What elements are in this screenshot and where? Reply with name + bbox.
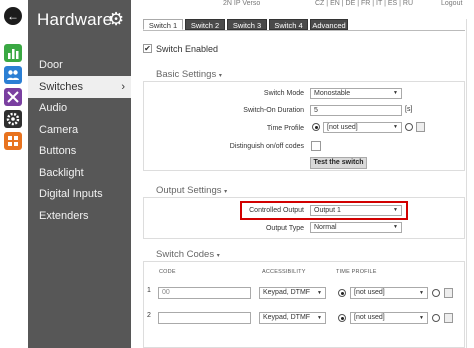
chevron-right-icon: › [121, 80, 125, 93]
time-profile-select[interactable]: [not used] ▼ [350, 287, 428, 299]
dropdown-arrow-icon: ▼ [317, 290, 322, 296]
dropdown-arrow-icon: ▼ [393, 224, 398, 230]
test-switch-button[interactable]: Test the switch [310, 157, 367, 169]
switch-mode-label: Switch Mode [263, 90, 304, 97]
tools-icon[interactable] [4, 88, 22, 106]
sidebar-item-digital-inputs[interactable]: Digital Inputs [28, 183, 131, 205]
calendar-icon[interactable] [444, 288, 453, 298]
calendar-icon[interactable] [416, 122, 425, 132]
accessibility-select[interactable]: Keypad, DTMF ▼ [259, 287, 326, 299]
duration-unit: [s] [405, 106, 413, 113]
row-number: 1 [147, 287, 151, 294]
back-arrow-icon[interactable]: ← [4, 7, 22, 25]
output-type-select[interactable]: Normal ▼ [310, 222, 402, 233]
accessibility-value: Keypad, DTMF [263, 289, 311, 296]
sidebar-item-audio[interactable]: Audio [28, 97, 131, 119]
stats-icon[interactable] [4, 44, 22, 62]
time-profile-radio[interactable] [312, 123, 320, 131]
switch-codes-title: Switch Codes ▾ [156, 249, 220, 260]
dropdown-arrow-icon: ▼ [393, 90, 398, 96]
sidebar-item-label: Audio [39, 102, 68, 114]
tab-switch-4[interactable]: Switch 4 [269, 19, 308, 30]
sidebar-item-label: Door [39, 59, 63, 71]
users-icon[interactable] [4, 66, 22, 84]
accessibility-select[interactable]: Keypad, DTMF ▼ [259, 312, 326, 324]
time-profile-label: Time Profile [266, 125, 304, 132]
basic-settings-title: Basic Settings ▾ [156, 69, 222, 80]
tab-switch-1[interactable]: Switch 1 [143, 19, 183, 30]
distinguish-codes-label: Distinguish on/off codes [229, 143, 304, 150]
sidebar-item-label: Digital Inputs [39, 188, 103, 200]
logout-link[interactable]: Logout [441, 0, 462, 7]
column-header-accessibility: ACCESSIBILITY [262, 269, 306, 275]
tab-switch-3[interactable]: Switch 3 [227, 19, 267, 30]
sidebar-item-label: Camera [39, 123, 79, 136]
time-profile-select[interactable]: [not used] ▼ [350, 312, 428, 324]
language-fr[interactable]: FR [361, 0, 370, 7]
chevron-down-icon: ▾ [216, 253, 220, 259]
main-content: ✔ Switch Enabled Basic Settings ▾ Switch… [131, 31, 474, 348]
distinguish-codes-checkbox[interactable] [311, 141, 321, 151]
language-de[interactable]: DE [346, 0, 356, 7]
language-selector: CZ | EN | DE | FR | IT | ES | RU [315, 0, 413, 7]
controlled-output-select[interactable]: Output 1 ▼ [310, 205, 402, 216]
output-type-label: Output Type [265, 225, 304, 232]
switch-enabled-checkbox[interactable]: ✔ [143, 44, 152, 53]
language-cz[interactable]: CZ [315, 0, 324, 7]
sidebar-item-backlight[interactable]: Backlight [28, 162, 131, 184]
code-input[interactable] [158, 312, 251, 324]
time-profile-value: [not used] [354, 289, 385, 296]
device-name: 2N IP Verso [223, 0, 261, 7]
chevron-down-icon: ▾ [224, 189, 228, 195]
grid-icon[interactable] [4, 132, 22, 150]
column-header-code: CODE [159, 269, 176, 275]
accessibility-value: Keypad, DTMF [263, 314, 311, 321]
sidebar-item-switches[interactable]: Switches › [28, 75, 131, 98]
time-profile-value: [not used] [354, 314, 385, 321]
dropdown-arrow-icon: ▼ [393, 207, 398, 213]
language-ru[interactable]: RU [403, 0, 413, 7]
calendar-icon[interactable] [444, 313, 453, 323]
time-profile-radio[interactable] [338, 289, 346, 297]
column-header-time-profile: TIME PROFILE [336, 269, 377, 275]
time-profile-radio-alt[interactable] [432, 314, 440, 322]
controlled-output-label: Controlled Output [249, 207, 304, 214]
switch-enabled-label: Switch Enabled [156, 44, 219, 54]
sidebar-item-label: Extenders [39, 209, 89, 222]
time-profile-radio-alt[interactable] [405, 123, 413, 131]
code-input[interactable]: 00 [158, 287, 251, 299]
sidebar-title: Hardware [37, 10, 113, 29]
sidebar-item-label: Buttons [39, 145, 77, 157]
output-settings-title: Output Settings ▾ [156, 185, 228, 196]
sidebar-item-label: Switches [39, 80, 84, 93]
time-profile-radio[interactable] [338, 314, 346, 322]
tab-switch-2[interactable]: Switch 2 [185, 19, 225, 30]
dropdown-arrow-icon: ▼ [419, 290, 424, 296]
switch-on-duration-input[interactable]: 5 [310, 105, 402, 116]
gear-icon[interactable]: ⚙ [108, 9, 124, 29]
switch-mode-select[interactable]: Monostable ▼ [310, 88, 402, 99]
switch-on-duration-label: Switch-On Duration [243, 107, 304, 114]
tab-advanced[interactable]: Advanced [310, 19, 348, 30]
time-profile-select[interactable]: [not used] ▼ [323, 122, 402, 133]
top-bar: 2N IP Verso CZ | EN | DE | FR | IT | ES … [131, 0, 474, 10]
time-profile-radio-alt[interactable] [432, 289, 440, 297]
language-es[interactable]: ES [388, 0, 397, 7]
row-number: 2 [147, 312, 151, 319]
chevron-down-icon: ▾ [218, 73, 222, 79]
dropdown-arrow-icon: ▼ [419, 315, 424, 321]
settings-icon[interactable] [4, 110, 22, 128]
sidebar-item-extenders[interactable]: Extenders [28, 205, 131, 227]
dropdown-arrow-icon: ▼ [393, 124, 398, 130]
sidebar: Hardware ⚙ Door Switches › Audio Camera Butto… [28, 0, 131, 348]
language-en[interactable]: EN [330, 0, 340, 7]
dropdown-arrow-icon: ▼ [317, 315, 322, 321]
icon-bar: ← [0, 0, 26, 348]
sidebar-item-label: Backlight [39, 166, 84, 179]
sidebar-item-buttons[interactable]: Buttons [28, 140, 131, 162]
sidebar-item-door[interactable]: Door [28, 54, 131, 76]
sidebar-item-camera[interactable]: Camera [28, 119, 131, 141]
